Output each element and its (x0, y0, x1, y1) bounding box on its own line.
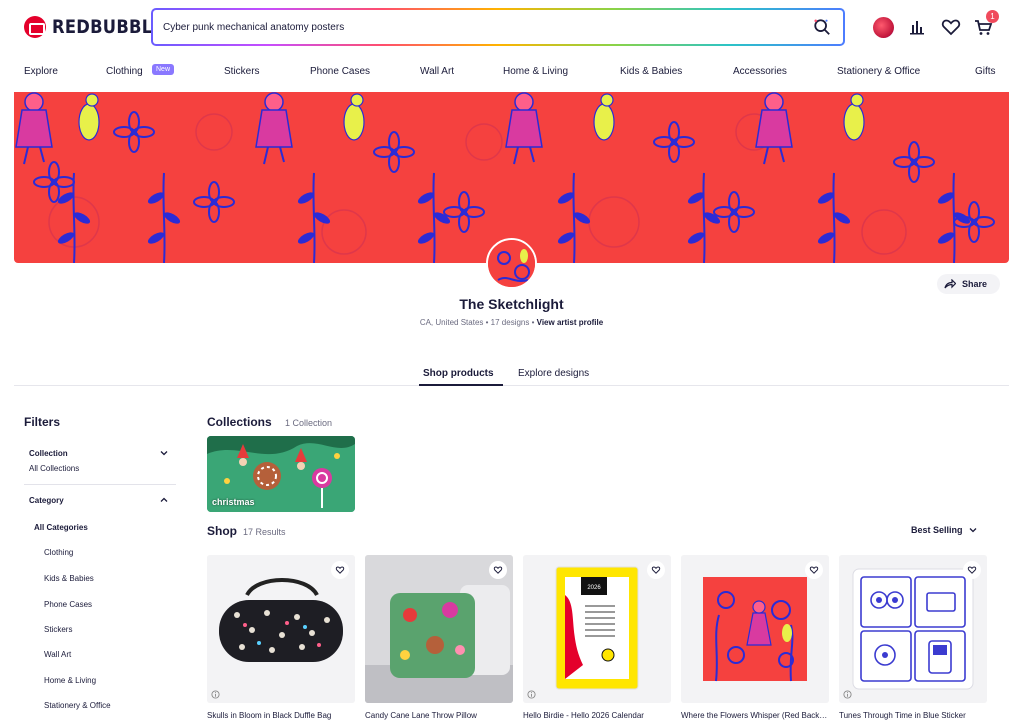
collections-count: 1 Collection (285, 418, 333, 428)
info-icon[interactable] (843, 690, 852, 699)
heart-icon (809, 566, 819, 574)
tab-explore-designs[interactable]: Explore designs (518, 368, 589, 379)
share-label: Share (962, 279, 988, 289)
heart-icon (493, 566, 503, 574)
user-avatar[interactable] (873, 17, 894, 38)
share-icon (944, 279, 956, 289)
product-image: 2026 (523, 555, 671, 703)
favorite-button[interactable] (331, 561, 349, 579)
category-filter-label[interactable]: Category (29, 496, 64, 505)
collection-label: christmas (212, 497, 255, 507)
chevron-down-icon[interactable] (160, 449, 168, 457)
category-stationery-office[interactable]: Stationery & Office (44, 701, 111, 710)
favorite-button[interactable] (647, 561, 665, 579)
filter-divider (24, 484, 176, 485)
nav-home-living[interactable]: Home & Living (503, 66, 568, 77)
nav-stationery-office[interactable]: Stationery & Office (837, 66, 920, 77)
info-icon[interactable] (211, 690, 220, 699)
nav-phone-cases[interactable]: Phone Cases (310, 66, 370, 77)
shop-location: CA, United States (419, 318, 484, 327)
product-image (681, 555, 829, 703)
active-tab-indicator (419, 384, 503, 386)
calendar-year: 2026 (587, 585, 601, 591)
site-header: REDBUBBLE 1 (0, 0, 1023, 56)
share-button[interactable]: Share (937, 274, 1000, 294)
view-artist-profile-link[interactable]: View artist profile (537, 318, 604, 327)
category-home-living[interactable]: Home & Living (44, 676, 96, 685)
shop-design-count: 17 designs (490, 318, 530, 327)
shop-meta: CA, United States • 17 designs • View ar… (419, 318, 604, 327)
category-all[interactable]: All Categories (34, 523, 88, 532)
shop-avatar (486, 238, 537, 289)
heart-icon (335, 566, 345, 574)
sort-label: Best Selling (911, 525, 963, 535)
favorite-button[interactable] (489, 561, 507, 579)
product-title[interactable]: Hello Birdie - Hello 2026 Calendar (523, 711, 673, 720)
product-image (839, 555, 987, 703)
category-kids-babies[interactable]: Kids & Babies (44, 574, 94, 583)
heart-icon[interactable] (940, 16, 962, 38)
shop-results-count: 17 Results (243, 527, 286, 537)
product-card[interactable]: 2026 (523, 555, 671, 703)
heart-icon (651, 566, 661, 574)
collection-card[interactable]: christmas (207, 436, 355, 512)
category-clothing[interactable]: Clothing (44, 548, 73, 557)
product-card[interactable] (365, 555, 513, 703)
nav-clothing[interactable]: Clothing (106, 66, 143, 77)
nav-accessories[interactable]: Accessories (733, 66, 787, 77)
search-icon[interactable] (813, 18, 831, 36)
product-card[interactable] (681, 555, 829, 703)
nav-stickers[interactable]: Stickers (224, 66, 260, 77)
category-phone-cases[interactable]: Phone Cases (44, 600, 92, 609)
info-icon[interactable] (527, 690, 536, 699)
product-title[interactable]: Where the Flowers Whisper (Red Backgroun… (681, 711, 831, 720)
category-wall-art[interactable]: Wall Art (44, 650, 71, 659)
nav-gifts[interactable]: Gifts (975, 66, 996, 77)
collection-filter-label[interactable]: Collection (29, 449, 68, 458)
filters-title: Filters (24, 415, 61, 429)
nav-explore[interactable]: Explore (24, 66, 58, 77)
collection-filter-value: All Collections (29, 464, 80, 473)
chart-icon[interactable] (906, 16, 928, 38)
favorite-button[interactable] (805, 561, 823, 579)
product-card[interactable] (207, 555, 355, 703)
sort-dropdown[interactable]: Best Selling (911, 525, 977, 535)
search-input[interactable] (163, 21, 803, 33)
product-title[interactable]: Tunes Through Time in Blue Sticker (839, 711, 987, 720)
category-nav: Explore Clothing New Stickers Phone Case… (0, 62, 1023, 86)
favorite-button[interactable] (963, 561, 981, 579)
new-badge: New (152, 64, 175, 75)
product-image (365, 555, 513, 703)
product-title[interactable]: Skulls in Bloom in Black Duffle Bag (207, 711, 357, 720)
shop-tabs: Shop products Explore designs (14, 362, 1009, 386)
product-image (207, 555, 355, 703)
heart-icon (967, 566, 977, 574)
cart-count-badge: 1 (986, 10, 999, 23)
product-card[interactable] (839, 555, 987, 703)
nav-wall-art[interactable]: Wall Art (420, 66, 454, 77)
shop-section-title: Shop (207, 524, 237, 538)
logo-text: REDBUBBLE (52, 16, 164, 38)
nav-kids-babies[interactable]: Kids & Babies (620, 66, 682, 77)
search-bar (151, 8, 845, 46)
product-title[interactable]: Candy Cane Lane Throw Pillow (365, 711, 515, 720)
chevron-up-icon[interactable] (160, 496, 168, 504)
logo-mark-icon (24, 16, 46, 38)
category-stickers[interactable]: Stickers (44, 625, 72, 634)
chevron-down-icon (969, 528, 976, 533)
collections-title: Collections (207, 415, 272, 429)
tab-shop-products[interactable]: Shop products (423, 368, 494, 379)
shop-title: The Sketchlight (459, 296, 564, 312)
